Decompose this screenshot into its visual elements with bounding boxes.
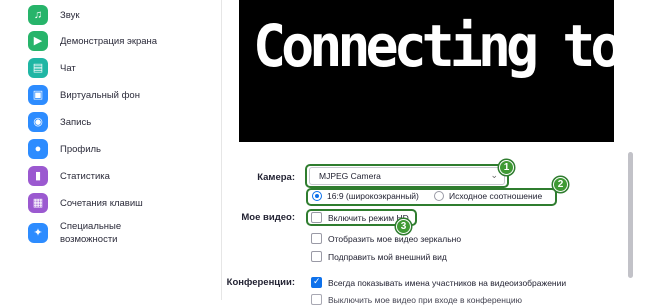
sidebar-item-profile[interactable]: ● Профиль xyxy=(28,139,101,159)
headphones-icon: ♫ xyxy=(28,5,48,25)
sidebar-item-label: Демонстрация экрана xyxy=(60,35,158,47)
virtual-background-icon: ▣ xyxy=(28,85,48,105)
statistics-icon: ▮ xyxy=(28,166,48,186)
show-names-checkbox-row[interactable]: Всегда показывать имена участников на ви… xyxy=(311,276,567,288)
sidebar-item-accessibility[interactable]: ✦ Специальные возможности xyxy=(28,220,121,246)
touch-up-checkbox-row[interactable]: Подправить мой внешний вид xyxy=(311,251,447,262)
sidebar-item-label: Специальные возможности xyxy=(60,221,122,245)
callout-highlight-ratio xyxy=(306,188,557,206)
keyboard-icon: ▦ xyxy=(28,193,48,213)
settings-sidebar: ♫ Звук ▶ Демонстрация экрана ▤ Чат ▣ Вир… xyxy=(0,0,222,300)
mirror-checkbox-row[interactable]: Отобразить мое видео зеркально xyxy=(311,233,461,244)
mirror-label: Отобразить мое видео зеркально xyxy=(328,233,462,244)
camera-status-text: Connecting to camera... xyxy=(253,12,614,80)
sidebar-item-label: Виртуальный фон xyxy=(60,89,140,101)
callout-badge-3: 3 xyxy=(396,219,411,234)
sidebar-item-audio[interactable]: ♫ Звук xyxy=(28,5,79,25)
touch-up-checkbox[interactable] xyxy=(311,251,322,262)
camera-label: Камера: xyxy=(257,172,295,183)
sidebar-item-label: Статистика xyxy=(60,170,110,182)
accessibility-icon: ✦ xyxy=(28,223,48,243)
profile-icon: ● xyxy=(28,139,48,159)
settings-scrollbar[interactable] xyxy=(628,152,633,278)
sidebar-item-label: Звук xyxy=(60,9,80,21)
chat-icon: ▤ xyxy=(28,58,48,78)
sidebar-item-label: Запись xyxy=(60,116,92,128)
record-icon: ◉ xyxy=(28,112,48,132)
camera-preview: Connecting to camera... xyxy=(239,0,614,142)
sidebar-item-keyboard-shortcuts[interactable]: ▦ Сочетания клавиш xyxy=(28,193,143,213)
share-screen-icon: ▶ xyxy=(28,31,48,51)
sidebar-item-label: Чат xyxy=(60,62,76,74)
sidebar-item-virtual-background[interactable]: ▣ Виртуальный фон xyxy=(28,85,140,105)
sidebar-item-statistics[interactable]: ▮ Статистика xyxy=(28,166,110,186)
sidebar-item-label: Сочетания клавиш xyxy=(60,197,143,209)
meetings-label: Конференции: xyxy=(226,277,295,288)
callout-badge-2: 2 xyxy=(553,177,568,192)
sidebar-item-label: Профиль xyxy=(60,143,102,155)
sidebar-item-recording[interactable]: ◉ Запись xyxy=(28,112,91,132)
callout-badge-1: 1 xyxy=(499,160,514,175)
my-video-label: Мое видео: xyxy=(241,212,295,223)
show-names-checkbox[interactable] xyxy=(311,276,322,288)
touch-up-label: Подправить мой внешний вид xyxy=(328,251,447,262)
callout-highlight-camera xyxy=(305,164,509,188)
sidebar-item-share-screen[interactable]: ▶ Демонстрация экрана xyxy=(28,31,157,51)
show-names-label: Всегда показывать имена участников на ви… xyxy=(328,277,567,288)
mirror-checkbox[interactable] xyxy=(311,233,322,244)
sidebar-item-chat[interactable]: ▤ Чат xyxy=(28,58,76,78)
